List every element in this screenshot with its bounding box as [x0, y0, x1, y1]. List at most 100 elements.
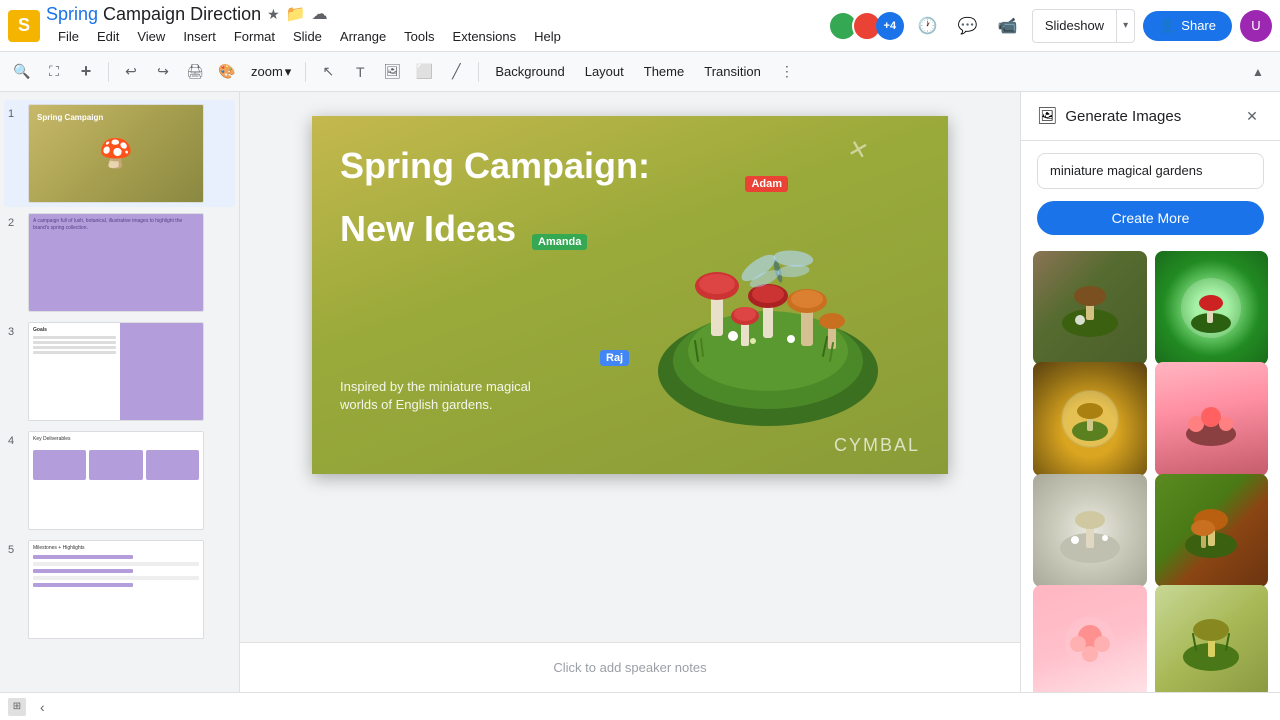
right-panel-header: 🖼 Generate Images ✕	[1021, 92, 1280, 141]
theme-button[interactable]: Theme	[636, 60, 692, 83]
share-button[interactable]: 👤 Share	[1143, 11, 1232, 41]
avatar-count[interactable]: +4	[876, 12, 904, 40]
prev-page-button[interactable]: ‹	[34, 697, 51, 717]
menu-insert[interactable]: Insert	[175, 25, 224, 48]
zoom-in-button[interactable]: +	[72, 58, 100, 86]
image-tool[interactable]: 🖼	[378, 58, 406, 86]
slide-num-5: 5	[8, 544, 22, 556]
generated-image-3[interactable]	[1033, 362, 1147, 476]
doc-title-area: Spring Campaign Direction ★ 📁 ☁ File Edi…	[46, 4, 569, 48]
slide-indicator[interactable]: ⊞	[8, 698, 26, 716]
canvas-area: Spring Campaign: New Ideas Inspired by t…	[240, 92, 1020, 692]
create-more-button[interactable]: Create More	[1037, 201, 1264, 235]
generated-image-6[interactable]	[1155, 474, 1269, 588]
menu-tools[interactable]: Tools	[396, 25, 442, 48]
zoom-selector[interactable]: zoom ▾	[245, 62, 297, 82]
history-button[interactable]: 🕐	[912, 10, 944, 42]
canvas-scroll: Spring Campaign: New Ideas Inspired by t…	[240, 92, 1020, 642]
images-grid	[1021, 247, 1280, 692]
slide-thumb-1[interactable]: 1 🍄 Spring Campaign	[4, 100, 235, 207]
slide-thumb-2[interactable]: 2 A campaign full of lush, botanical, il…	[4, 209, 235, 316]
main-content: 1 🍄 Spring Campaign 2 A campaign full of…	[0, 92, 1280, 692]
paint-button[interactable]: 🎨	[213, 58, 241, 86]
generated-image-8[interactable]	[1155, 585, 1269, 692]
slide-num-2: 2	[8, 217, 22, 229]
collapse-toolbar-button[interactable]: ▲	[1244, 58, 1272, 86]
video-button[interactable]: 📹	[992, 10, 1024, 42]
folder-icon[interactable]: 📁	[286, 4, 306, 24]
menu-arrange[interactable]: Arrange	[332, 25, 394, 48]
cloud-icon[interactable]: ☁	[312, 4, 328, 24]
slide-brand: CYMBAL	[834, 435, 920, 456]
doc-title: Spring Campaign Direction	[46, 4, 261, 25]
search-input-container[interactable]	[1037, 153, 1264, 189]
background-button[interactable]: Background	[487, 60, 572, 83]
slide-num-4: 4	[8, 435, 22, 447]
generated-image-5[interactable]	[1033, 474, 1147, 588]
text-tool[interactable]: T	[346, 58, 374, 86]
slide2-preview-text: A campaign full of lush, botanical, illu…	[33, 218, 199, 232]
slide-title: Spring Campaign:	[340, 144, 650, 187]
user-avatar[interactable]: U	[1240, 10, 1272, 42]
menu-slide[interactable]: Slide	[285, 25, 330, 48]
collab-tag-adam: Adam	[745, 176, 788, 192]
zoom-arrow: ▾	[285, 64, 292, 80]
slide-thumb-5[interactable]: 5 Milestones + Highlights	[4, 536, 235, 643]
comments-button[interactable]: 💬	[952, 10, 984, 42]
search-area	[1021, 141, 1280, 201]
zoom-percent: zoom	[251, 64, 283, 79]
speaker-notes[interactable]: Click to add speaker notes	[240, 642, 1020, 692]
slide-canvas[interactable]: Spring Campaign: New Ideas Inspired by t…	[312, 116, 948, 474]
adam-label: Adam	[751, 178, 782, 190]
slide1-preview-text: Spring Campaign	[37, 113, 103, 122]
undo-button[interactable]: ↩	[117, 58, 145, 86]
menu-edit[interactable]: Edit	[89, 25, 127, 48]
print-button[interactable]: 🖨	[181, 58, 209, 86]
slide-subtitle: New Ideas	[340, 208, 516, 250]
search-button[interactable]: 🔍	[8, 58, 36, 86]
close-panel-button[interactable]: ✕	[1240, 104, 1264, 128]
menu-help[interactable]: Help	[526, 25, 569, 48]
fit-button[interactable]: ⛶	[40, 58, 68, 86]
separator-2	[305, 62, 306, 82]
slide-num-3: 3	[8, 326, 22, 338]
line-tool[interactable]: ╱	[442, 58, 470, 86]
generated-image-1[interactable]	[1033, 251, 1147, 365]
slide-num-1: 1	[8, 108, 22, 120]
menu-format[interactable]: Format	[226, 25, 283, 48]
slideshow-button[interactable]: Slideshow ▾	[1032, 9, 1135, 43]
slide-preview-4: Key Deliverables	[28, 431, 204, 530]
collab-tag-raj: Raj	[600, 350, 629, 366]
toolbar: 🔍 ⛶ + ↩ ↪ 🖨 🎨 zoom ▾ ↖ T 🖼 ⬜ ╱ Backgroun…	[0, 52, 1280, 92]
slide-preview-3: Goals	[28, 322, 204, 421]
menu-file[interactable]: File	[50, 25, 87, 48]
toolbar-right: ▲	[1244, 58, 1272, 86]
layout-button[interactable]: Layout	[577, 60, 632, 83]
menu-extensions[interactable]: Extensions	[445, 25, 525, 48]
generated-image-2[interactable]	[1155, 251, 1269, 365]
star-icon[interactable]: ★	[267, 6, 280, 23]
share-icon: 👤	[1159, 18, 1175, 34]
generated-image-7[interactable]	[1033, 585, 1147, 692]
slideshow-label[interactable]: Slideshow	[1033, 10, 1117, 42]
transition-button[interactable]: Transition	[696, 60, 769, 83]
select-tool[interactable]: ↖	[314, 58, 342, 86]
generate-search-input[interactable]	[1050, 163, 1251, 178]
amanda-label: Amanda	[538, 236, 581, 248]
slide-thumb-4[interactable]: 4 Key Deliverables	[4, 427, 235, 534]
slideshow-arrow[interactable]: ▾	[1117, 10, 1134, 42]
generated-image-4[interactable]	[1155, 362, 1269, 476]
share-label: Share	[1181, 18, 1216, 33]
generate-images-icon: 🖼	[1037, 106, 1057, 126]
right-panel-title: Generate Images	[1065, 108, 1232, 125]
slide-thumb-3[interactable]: 3 Goals	[4, 318, 235, 425]
shape-tool[interactable]: ⬜	[410, 58, 438, 86]
slide-preview-5: Milestones + Highlights	[28, 540, 204, 639]
collab-tag-amanda: Amanda	[532, 234, 587, 250]
separator-3	[478, 62, 479, 82]
separator-1	[108, 62, 109, 82]
more-options-button[interactable]: ⋮	[773, 58, 801, 86]
app-logo[interactable]: S	[8, 10, 40, 42]
redo-button[interactable]: ↪	[149, 58, 177, 86]
menu-view[interactable]: View	[129, 25, 173, 48]
